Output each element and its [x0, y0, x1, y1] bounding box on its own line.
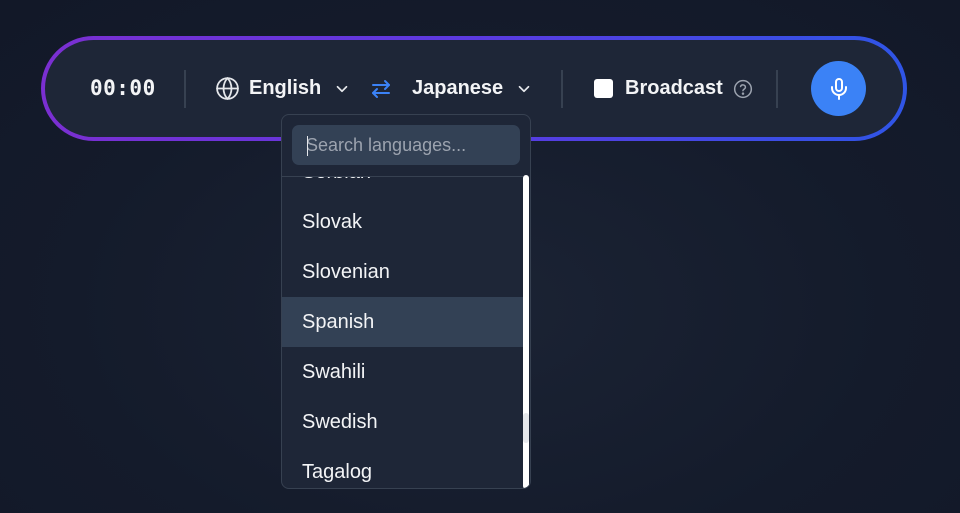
language-dropdown: Serbian Slovak Slovenian Spanish Swahili…: [281, 114, 531, 489]
broadcast-toggle[interactable]: Broadcast: [594, 40, 753, 137]
divider: [561, 70, 563, 108]
globe-icon: [216, 77, 239, 100]
list-item-slovak[interactable]: Slovak: [282, 197, 523, 247]
target-language-label: Japanese: [412, 77, 504, 99]
source-language-label: English: [249, 77, 322, 99]
swap-arrows-icon[interactable]: [369, 77, 393, 101]
list-item-swahili[interactable]: Swahili: [282, 347, 523, 397]
list-item-spanish[interactable]: Spanish: [282, 297, 523, 347]
broadcast-checkbox[interactable]: [594, 79, 613, 98]
list-item-serbian[interactable]: Serbian: [282, 177, 523, 197]
chevron-down-icon: [336, 85, 348, 92]
list-item-tagalog[interactable]: Tagalog: [282, 447, 523, 488]
scrollbar-thumb[interactable]: [523, 413, 529, 443]
timer: 00:00: [90, 76, 156, 100]
microphone-button[interactable]: [811, 61, 866, 116]
divider: [184, 70, 186, 108]
language-list: Serbian Slovak Slovenian Spanish Swahili…: [282, 176, 523, 488]
chevron-down-icon: [518, 85, 530, 92]
scrollbar[interactable]: [523, 175, 529, 488]
search-input[interactable]: [292, 125, 520, 165]
broadcast-label: Broadcast: [625, 77, 723, 99]
microphone-icon: [830, 77, 847, 100]
help-circle-icon[interactable]: [733, 79, 753, 99]
list-item-slovenian[interactable]: Slovenian: [282, 247, 523, 297]
divider: [776, 70, 778, 108]
list-item-swedish[interactable]: Swedish: [282, 397, 523, 447]
text-caret: [307, 136, 308, 156]
